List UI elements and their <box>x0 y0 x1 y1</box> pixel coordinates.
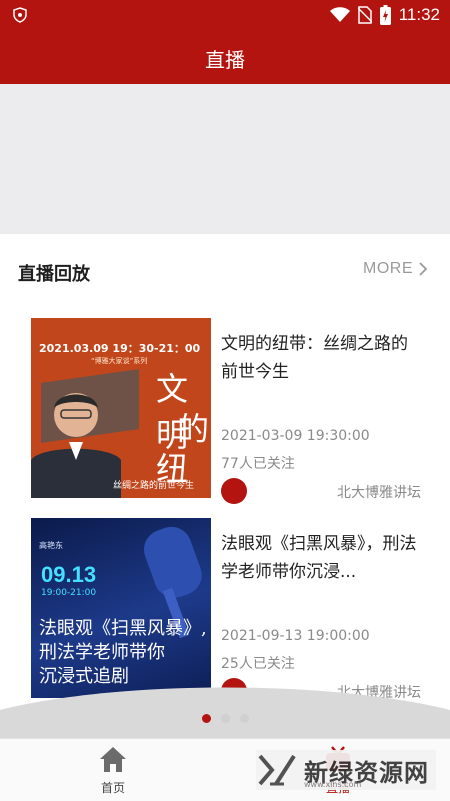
clock: 11:32 <box>398 5 440 24</box>
replay-thumbnail[interactable]: 2021.03.09 19：30-21：00 “博雅大家谈”系列 文明 的 纽带… <box>31 318 211 498</box>
no-sim-icon <box>357 6 372 24</box>
replay-info: 法眼观《扫黑风暴》，刑法学老师带你沉浸... 2021-09-13 19:00:… <box>221 530 421 704</box>
pager-dot[interactable] <box>201 714 211 723</box>
replay-card[interactable]: 2021.03.09 19：30-21：00 “博雅大家谈”系列 文明 的 纽带… <box>31 318 421 504</box>
org-name: 北大博雅讲坛 <box>337 485 421 501</box>
speaker-photo <box>31 393 121 498</box>
pager-dots <box>0 714 450 723</box>
replay-date: 2021-03-09 19:30:00 <box>221 428 370 444</box>
more-link[interactable]: MORE <box>363 260 428 278</box>
tab-home-label: 首页 <box>100 781 125 795</box>
app-bar: 11:32 直播 <box>0 0 450 84</box>
replay-date: 2021-09-13 19:00:00 <box>221 628 370 644</box>
wifi-icon <box>329 7 350 22</box>
watermark-logo <box>258 754 296 786</box>
status-bar: 11:32 <box>0 0 450 30</box>
shield-icon <box>13 7 27 23</box>
chevron-right-icon <box>419 262 428 276</box>
pager-dot[interactable] <box>239 714 249 723</box>
banner-area[interactable] <box>0 84 450 234</box>
more-label: MORE <box>363 260 413 277</box>
replay-title[interactable]: 文明的纽带：丝绸之路的前世今生 <box>221 330 421 386</box>
section-title: 直播回放 <box>18 264 90 285</box>
pager-dot[interactable] <box>220 714 230 723</box>
replay-info: 文明的纽带：丝绸之路的前世今生 2021-03-09 19:30:00 77人已… <box>221 330 421 504</box>
tab-home[interactable]: 首页 <box>68 745 158 796</box>
thumbnail-series: “博雅大家谈”系列 <box>91 357 148 365</box>
thumbnail-lecturer: 高艳东 <box>39 541 63 550</box>
page-title: 直播 <box>205 48 245 72</box>
watermark-url: www.xlhs.com <box>304 780 362 789</box>
thumbnail-subtitle: 丝绸之路的前世今生 <box>113 481 195 491</box>
thumbnail-time: 19:00-21:00 <box>41 588 97 598</box>
thumbnail-date: 09.13 <box>41 562 97 587</box>
watermark: 新绿资源网 www.xlhs.com <box>256 750 436 790</box>
org-logo-icon <box>221 478 247 504</box>
replay-title[interactable]: 法眼观《扫黑风暴》，刑法学老师带你沉浸... <box>221 530 421 586</box>
home-icon <box>100 747 126 772</box>
bottom-curve-decoration <box>0 687 450 740</box>
replay-section-header: 直播回放 MORE <box>0 258 450 288</box>
thumbnail-headline: 法眼观《扫黑风暴》, <box>39 618 207 639</box>
follower-count: 77人已关注 <box>221 456 295 472</box>
thumbnail-date: 2021.03.09 19：30-21：00 <box>39 342 201 355</box>
battery-charging-icon <box>379 5 391 25</box>
